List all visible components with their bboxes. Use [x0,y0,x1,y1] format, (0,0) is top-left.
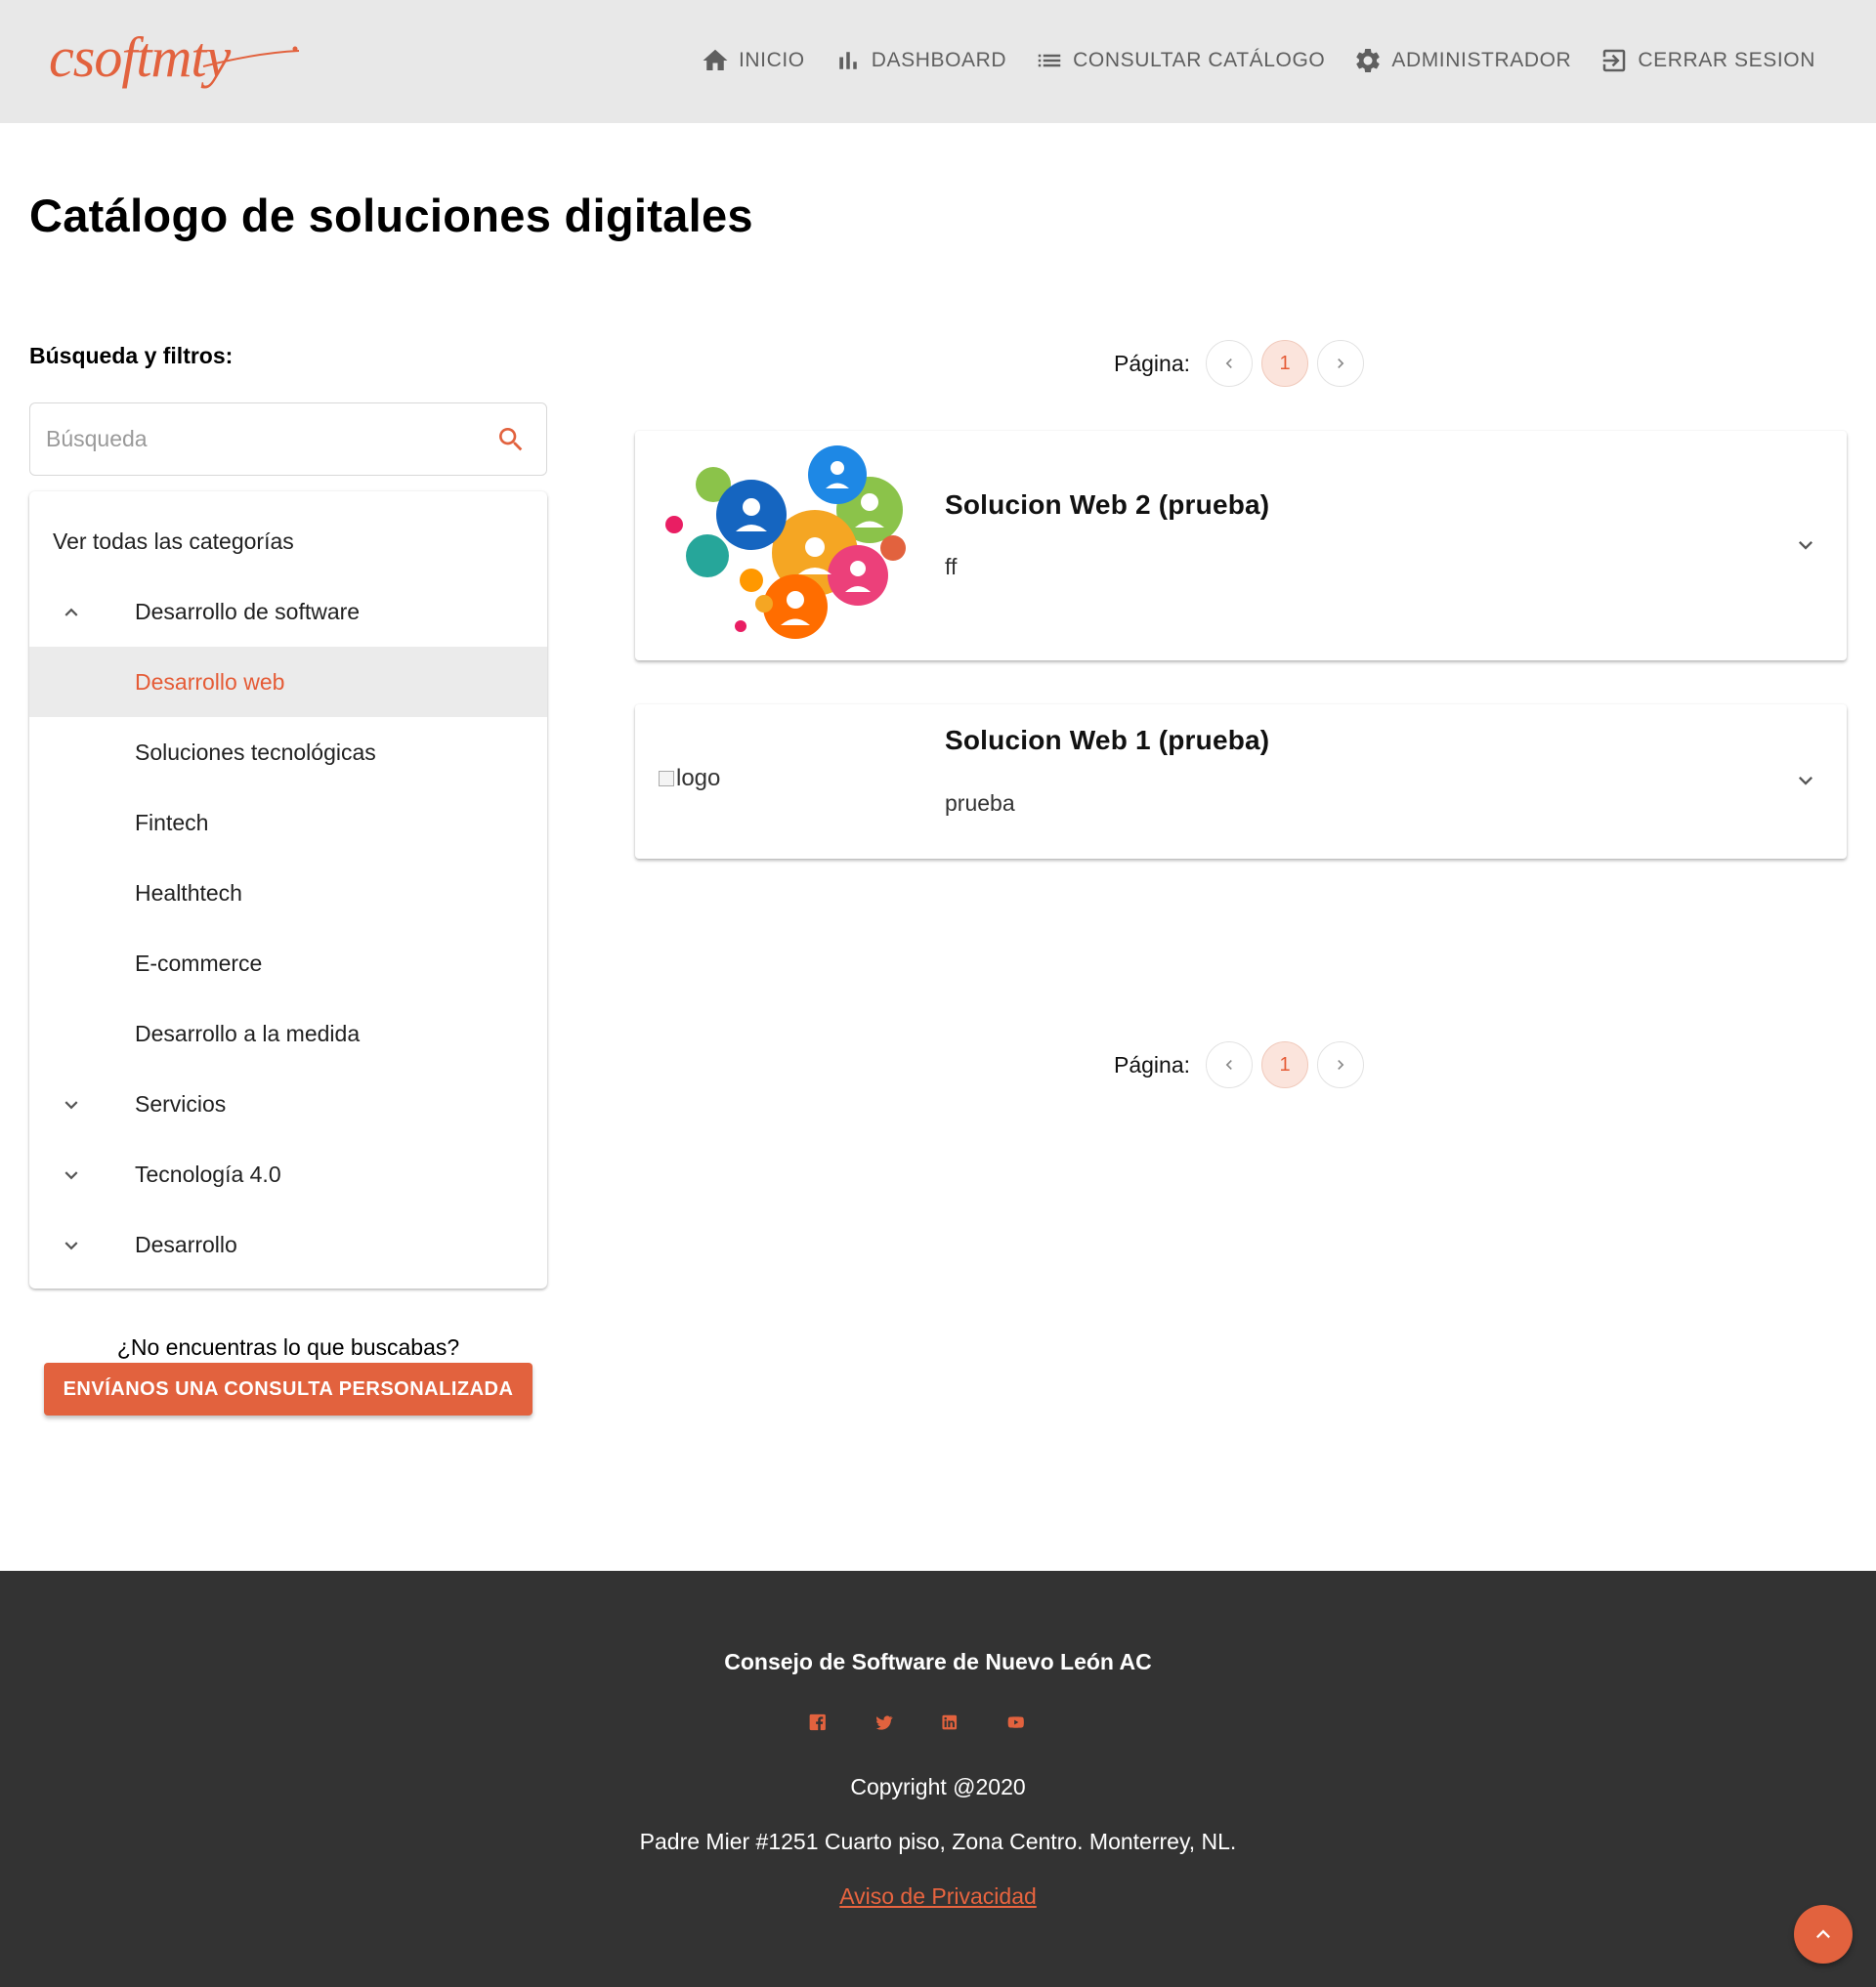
pagination-bottom: Página: 1 [1114,1041,1373,1088]
category-item-label: Desarrollo a la medida [135,1020,361,1046]
result-description: prueba [945,790,1015,816]
category-list: Ver todas las categorías Desarrollo de s… [29,491,547,1289]
people-network-illustration [665,445,906,639]
category-group-label: Desarrollo [135,1231,237,1257]
chevron-right-icon [1338,1060,1344,1070]
pagination-label: Página: [1114,1051,1191,1078]
home-icon [703,49,728,70]
youtube-icon[interactable] [1006,1708,1026,1737]
broken-image-icon [659,771,674,786]
pagination-top: Página: 1 [1114,340,1373,387]
nav-inicio[interactable]: INICIO [701,46,805,75]
expand-chevron-icon[interactable] [1792,531,1819,559]
search-box [29,402,547,476]
chevron-right-icon [1338,359,1344,368]
page-number-button[interactable]: 1 [1261,340,1309,387]
category-all[interactable]: Ver todas las categorías [29,506,547,576]
category-fintech[interactable]: Fintech [29,787,547,858]
result-card[interactable]: Solucion Web 2 (prueba) ff [635,431,1847,660]
nav-cerrar-sesion-label: CERRAR SESION [1638,49,1815,71]
page-number-button[interactable]: 1 [1261,1041,1309,1088]
chevron-left-icon [1225,359,1232,368]
search-icon[interactable] [495,424,527,455]
nav-dashboard-label: DASHBOARD [871,49,1007,71]
nav-dashboard[interactable]: DASHBOARD [833,46,1006,75]
footer: Consejo de Software de Nuevo León AC Cop… [0,1571,1876,1987]
result-title: Solucion Web 1 (prueba) [945,725,1270,755]
category-item-label: Healthtech [135,879,242,906]
search-input[interactable] [46,403,476,475]
result-title: Solucion Web 2 (prueba) [945,489,1270,520]
chevron-down-icon[interactable] [59,1233,84,1258]
filters-label: Búsqueda y filtros: [29,343,234,368]
category-group-servicios[interactable]: Servicios [29,1069,547,1139]
gear-icon [1356,48,1381,72]
chevron-down-icon[interactable] [59,1163,84,1188]
category-group-desarrollo-de-software[interactable]: Desarrollo de software [29,576,547,647]
next-page-button[interactable] [1317,340,1365,387]
category-item-label: Soluciones tecnológicas [135,739,376,765]
nav-consultar-catalogo[interactable]: CONSULTAR CATÁLOGO [1035,46,1325,75]
prev-page-button[interactable] [1206,1041,1254,1088]
custom-consult-button[interactable]: ENVÍANOS UNA CONSULTA PERSONALIZADA [44,1363,533,1416]
category-group-label: Tecnología 4.0 [135,1161,281,1187]
nav-administrador-label: ADMINISTRADOR [1391,49,1572,71]
logout-icon [1603,49,1626,72]
category-soluciones-tecnologicas[interactable]: Soluciones tecnológicas [29,717,547,787]
csoftmty-logo[interactable]: csoftmty [47,23,311,102]
category-group-desarrollo[interactable]: Desarrollo [29,1209,547,1280]
logo-image-placeholder: logo [659,765,720,792]
category-healthtech[interactable]: Healthtech [29,858,547,928]
main-nav: INICIO DASHBOARD CONSULTAR CATÁLOGO ADMI… [672,43,1815,78]
category-desarrollo-web[interactable]: Desarrollo web [29,647,547,717]
category-e-commerce[interactable]: E-commerce [29,928,547,998]
category-group-label: Servicios [135,1090,227,1117]
footer-organization: Consejo de Software de Nuevo León AC [724,1649,1152,1674]
category-all-label: Ver todas las categorías [53,528,294,554]
chevron-left-icon [1225,1060,1232,1070]
category-item-label: E-commerce [135,950,263,976]
page-title: Catálogo de soluciones digitales [29,190,753,241]
list-icon [1038,54,1061,67]
linkedin-icon[interactable] [940,1708,959,1737]
svg-text:csoftmty: csoftmty [49,25,232,89]
footer-address: Padre Mier #1251 Cuarto piso, Zona Centr… [639,1829,1237,1854]
pagination-label: Página: [1114,350,1191,376]
footer-copyright: Copyright @2020 [850,1774,1026,1799]
category-desarrollo-a-la-medida[interactable]: Desarrollo a la medida [29,998,547,1069]
prev-page-button[interactable] [1206,340,1254,387]
category-item-label: Fintech [135,809,209,835]
category-item-label: Desarrollo web [135,668,285,695]
nav-cerrar-sesion[interactable]: CERRAR SESION [1599,46,1815,75]
logo-alt-text: logo [676,765,721,791]
privacy-notice-link[interactable]: Aviso de Privacidad [0,1883,1876,1910]
result-description: ff [945,554,958,579]
nav-inicio-label: INICIO [738,49,805,71]
result-card[interactable]: logo Solucion Web 1 (prueba) prueba [635,704,1847,859]
chevron-up-icon[interactable] [59,600,84,625]
bar-chart-icon [838,52,857,69]
category-group-label: Desarrollo de software [135,598,361,624]
not-found-text: ¿No encuentras lo que buscabas? [116,1334,460,1360]
facebook-icon[interactable] [808,1708,828,1737]
category-group-tecnologia-4-0[interactable]: Tecnología 4.0 [29,1139,547,1209]
scroll-to-top-button[interactable] [1794,1905,1853,1964]
social-links [808,1708,1072,1741]
chevron-down-icon[interactable] [59,1092,84,1118]
chevron-up-icon [1816,1929,1830,1938]
next-page-button[interactable] [1317,1041,1365,1088]
expand-chevron-icon[interactable] [1792,767,1819,794]
nav-consultar-catalogo-label: CONSULTAR CATÁLOGO [1073,49,1326,71]
twitter-icon[interactable] [874,1708,894,1737]
top-app-bar: csoftmty INICIO DASHBOARD CONSULTAR CATÁ… [0,0,1876,123]
nav-administrador[interactable]: ADMINISTRADOR [1353,46,1571,75]
